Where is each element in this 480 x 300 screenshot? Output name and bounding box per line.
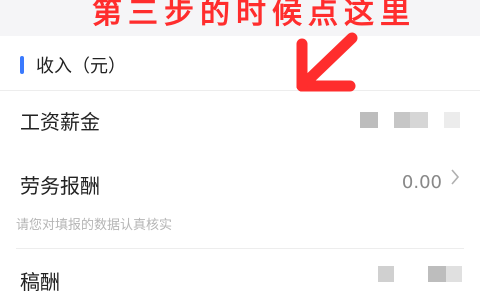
section-title: 收入（元） xyxy=(36,56,126,77)
row-label: 劳务报酬 xyxy=(20,174,100,198)
arrow-down-right-icon xyxy=(296,32,358,92)
row-author-remuneration[interactable]: 稿酬 xyxy=(0,252,480,300)
row-salary[interactable]: 工资薪金 xyxy=(0,90,480,148)
redaction-block xyxy=(378,266,394,282)
income-card: 收入（元） 工资薪金 劳务报酬 0.00 请您对填报的数据认真核实 稿酬 xyxy=(0,36,480,300)
row-label: 工资薪金 xyxy=(20,110,100,134)
section-header: 收入（元） xyxy=(0,36,480,91)
annotation-text: 第三步的时候点这里 xyxy=(92,0,416,30)
redaction-block xyxy=(428,266,446,282)
redaction-block xyxy=(410,112,428,128)
redaction-block xyxy=(444,112,460,128)
row-value: 0.00 xyxy=(401,172,442,193)
redaction-block xyxy=(360,112,378,128)
divider xyxy=(16,248,464,249)
chevron-right-icon xyxy=(450,168,460,191)
row-label: 稿酬 xyxy=(20,270,60,294)
redaction-block xyxy=(394,112,410,128)
annotation-banner: 第三步的时候点这里 xyxy=(0,0,480,30)
hint-text: 请您对填报的数据认真核实 xyxy=(16,218,173,233)
row-labor-remuneration[interactable]: 劳务报酬 0.00 xyxy=(0,156,480,210)
redaction-block xyxy=(446,266,462,282)
section-accent-bar xyxy=(20,56,24,74)
